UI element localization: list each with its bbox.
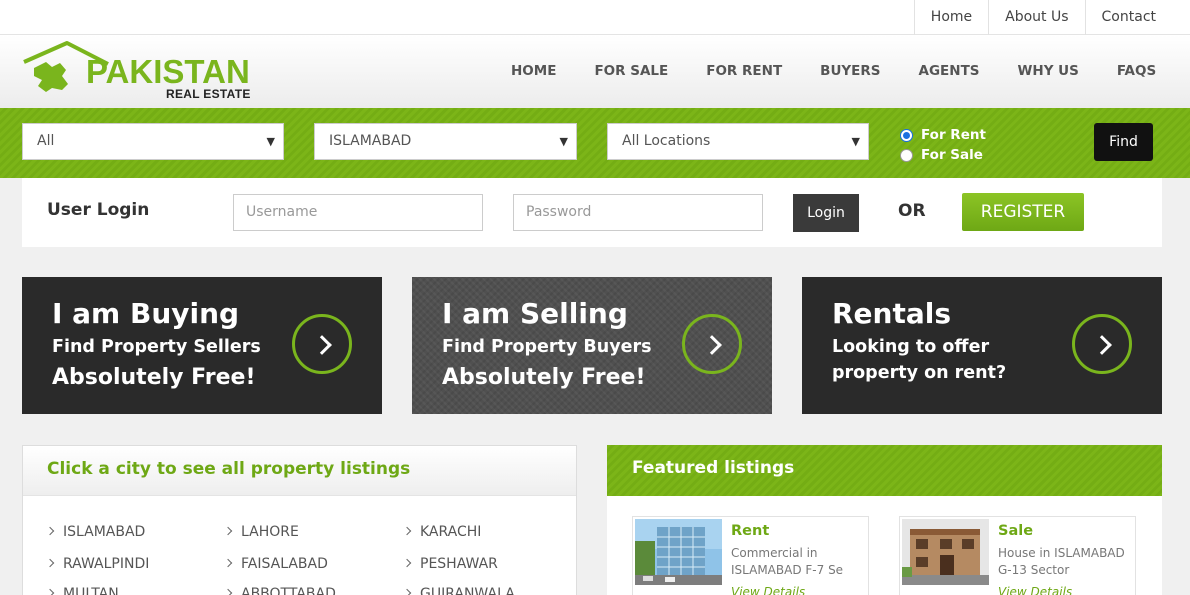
radio-for-rent-label: For Rent xyxy=(921,127,986,143)
tile-selling-line2: Absolutely Free! xyxy=(442,365,646,390)
radio-for-rent[interactable] xyxy=(900,128,913,142)
login-bar: User Login Username Password Login OR RE… xyxy=(22,178,1162,247)
tile-selling[interactable]: I am Selling Find Property Buyers Absolu… xyxy=(412,277,772,414)
listing-card[interactable]: Rent Commercial in ISLAMABAD F-7 Se View… xyxy=(632,516,869,595)
city-value: ISLAMABAD xyxy=(329,133,412,149)
location-select[interactable]: All Locations ▼ xyxy=(607,123,869,160)
city-link-abbottabad[interactable]: ABBOTTABAD xyxy=(223,586,336,595)
listing-photo-commercial[interactable] xyxy=(635,519,722,585)
listing-type-radios: For Rent For Sale xyxy=(900,125,986,165)
logo-sub-text: REAL ESTATE xyxy=(166,87,251,101)
or-label: OR xyxy=(898,201,926,221)
city-select[interactable]: ISLAMABAD ▼ xyxy=(314,123,577,160)
nav-why-us[interactable]: WHY US xyxy=(999,35,1098,108)
chevron-right-icon xyxy=(402,558,412,568)
chevron-down-icon: ▼ xyxy=(851,135,860,148)
tile-buying[interactable]: I am Buying Find Property Sellers Absolu… xyxy=(22,277,382,414)
chevron-right-icon[interactable] xyxy=(1072,314,1132,374)
listing-photo-house[interactable] xyxy=(902,519,989,585)
tile-buying-line2: Absolutely Free! xyxy=(52,365,256,390)
chevron-right-icon[interactable] xyxy=(682,314,742,374)
nav-for-rent[interactable]: FOR RENT xyxy=(687,35,801,108)
listing-description: Commercial in ISLAMABAD F-7 Se xyxy=(731,546,844,577)
chevron-right-icon xyxy=(45,526,55,536)
property-type-select[interactable]: All ▼ xyxy=(22,123,284,160)
top-utility-bar: Home About Us Contact xyxy=(0,0,1190,35)
chevron-right-icon xyxy=(45,588,55,595)
city-link-gujranwala[interactable]: GUJRANWALA xyxy=(402,586,515,595)
username-input[interactable]: Username xyxy=(233,194,483,231)
city-link-faisalabad[interactable]: FAISALABAD xyxy=(223,556,328,572)
chevron-down-icon: ▼ xyxy=(266,135,275,148)
tile-rentals-title: Rentals xyxy=(832,297,952,330)
listing-type: Rent xyxy=(731,523,770,539)
city-link-rawalpindi[interactable]: RAWALPINDI xyxy=(45,556,150,572)
city-label: RAWALPINDI xyxy=(63,556,150,572)
password-input[interactable]: Password xyxy=(513,194,763,231)
logo-main-text: PAKISTAN xyxy=(86,53,250,90)
city-label: MULTAN xyxy=(63,586,119,595)
city-label: ABBOTTABAD xyxy=(241,586,336,595)
login-button[interactable]: Login xyxy=(793,194,859,232)
listing-type: Sale xyxy=(998,523,1034,539)
top-links: Home About Us Contact xyxy=(913,0,1172,35)
header: PAKISTAN REAL ESTATE HOME FOR SALE FOR R… xyxy=(0,35,1190,108)
radio-row-sale[interactable]: For Sale xyxy=(900,145,986,165)
chevron-right-icon xyxy=(223,526,233,536)
chevron-right-icon xyxy=(402,588,412,595)
login-title: User Login xyxy=(47,200,150,220)
city-label: PESHAWAR xyxy=(420,556,498,572)
city-label: LAHORE xyxy=(241,524,299,540)
logo[interactable]: PAKISTAN REAL ESTATE xyxy=(22,40,272,102)
featured-heading: Featured listings xyxy=(607,445,1162,496)
tile-buying-title: I am Buying xyxy=(52,297,240,330)
radio-row-rent[interactable]: For Rent xyxy=(900,125,986,145)
nav-for-sale[interactable]: FOR SALE xyxy=(575,35,687,108)
view-details-link[interactable]: View Details xyxy=(998,585,1072,595)
register-button[interactable]: REGISTER xyxy=(962,193,1084,231)
chevron-right-icon[interactable] xyxy=(292,314,352,374)
tile-rentals-line2: property on rent? xyxy=(832,363,1007,383)
city-link-islamabad[interactable]: ISLAMABAD xyxy=(45,524,146,540)
main-nav: HOME FOR SALE FOR RENT BUYERS AGENTS WHY… xyxy=(492,35,1175,108)
nav-faqs[interactable]: FAQS xyxy=(1098,35,1175,108)
find-button[interactable]: Find xyxy=(1094,123,1153,161)
tile-buying-line1: Find Property Sellers xyxy=(52,337,261,357)
property-type-value: All xyxy=(37,133,55,149)
city-link-peshawar[interactable]: PESHAWAR xyxy=(402,556,498,572)
tile-selling-line1: Find Property Buyers xyxy=(442,337,652,357)
radio-for-sale-label: For Sale xyxy=(921,147,983,163)
city-label: ISLAMABAD xyxy=(63,524,146,540)
chevron-right-icon xyxy=(223,588,233,595)
location-value: All Locations xyxy=(622,133,711,149)
tile-rentals[interactable]: Rentals Looking to offer property on ren… xyxy=(802,277,1162,414)
cities-heading: Click a city to see all property listing… xyxy=(23,446,576,496)
listing-description: House in ISLAMABAD G-13 Sector xyxy=(998,546,1125,577)
cities-panel: Click a city to see all property listing… xyxy=(22,445,577,595)
top-link-about[interactable]: About Us xyxy=(988,0,1084,35)
listing-card[interactable]: Sale House in ISLAMABAD G-13 Sector View… xyxy=(899,516,1136,595)
tile-selling-title: I am Selling xyxy=(442,297,628,330)
chevron-right-icon xyxy=(223,558,233,568)
search-bar: All ▼ ISLAMABAD ▼ All Locations ▼ For Re… xyxy=(0,108,1190,178)
tile-rentals-line1: Looking to offer xyxy=(832,337,990,357)
city-link-karachi[interactable]: KARACHI xyxy=(402,524,482,540)
view-details-link[interactable]: View Details xyxy=(731,585,805,595)
city-label: FAISALABAD xyxy=(241,556,328,572)
chevron-down-icon: ▼ xyxy=(559,135,568,148)
chevron-right-icon xyxy=(402,526,412,536)
city-link-multan[interactable]: MULTAN xyxy=(45,586,119,595)
radio-for-sale[interactable] xyxy=(900,148,913,162)
city-label: KARACHI xyxy=(420,524,482,540)
nav-home[interactable]: HOME xyxy=(492,35,575,108)
nav-buyers[interactable]: BUYERS xyxy=(801,35,899,108)
nav-agents[interactable]: AGENTS xyxy=(900,35,999,108)
top-link-contact[interactable]: Contact xyxy=(1084,0,1172,35)
top-link-home[interactable]: Home xyxy=(913,0,988,35)
city-label: GUJRANWALA xyxy=(420,586,515,595)
city-link-lahore[interactable]: LAHORE xyxy=(223,524,299,540)
chevron-right-icon xyxy=(45,558,55,568)
featured-panel: Featured listings Rent Commercial in ISL… xyxy=(607,445,1162,595)
